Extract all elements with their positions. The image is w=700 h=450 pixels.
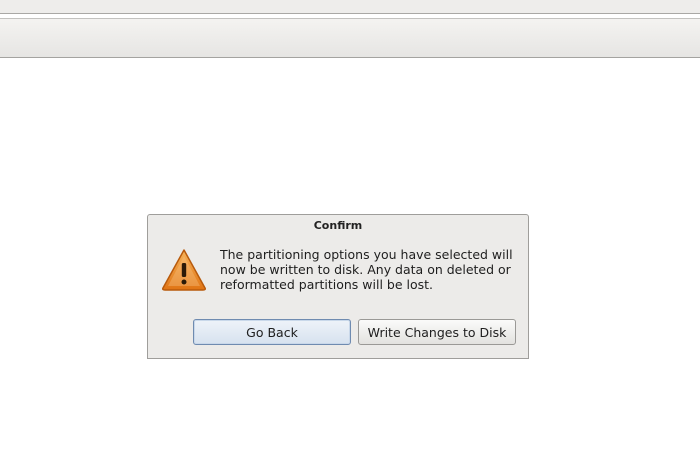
go-back-button[interactable]: Go Back	[193, 319, 351, 345]
installer-screen: Confirm The partitioning options you hav…	[0, 0, 700, 450]
window-top-strip	[0, 0, 700, 14]
warning-icon	[162, 249, 206, 291]
write-changes-label: Write Changes to Disk	[367, 324, 507, 340]
confirm-dialog: Confirm The partitioning options you hav…	[147, 214, 529, 359]
dialog-title: Confirm	[313, 219, 363, 232]
write-changes-button[interactable]: Write Changes to Disk	[358, 319, 516, 345]
go-back-label: Go Back	[246, 324, 298, 340]
installer-header-bar	[0, 18, 700, 58]
dialog-message: The partitioning options you have select…	[220, 247, 513, 292]
